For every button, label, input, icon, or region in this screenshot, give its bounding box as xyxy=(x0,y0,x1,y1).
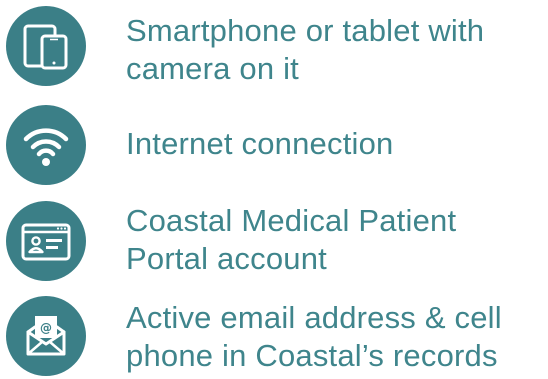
requirement-label-portal: Coastal Medical Patient Portal account xyxy=(126,202,546,278)
wifi-icon xyxy=(6,105,86,185)
requirement-item-internet: Internet connection xyxy=(0,100,548,190)
requirement-line: Coastal Medical Patient xyxy=(126,203,457,238)
requirement-label-internet: Internet connection xyxy=(126,125,546,163)
devices-icon xyxy=(6,6,86,86)
requirement-line: Internet connection xyxy=(126,126,394,161)
requirement-item-portal: Coastal Medical Patient Portal account xyxy=(0,195,548,290)
requirement-item-device: Smartphone or tablet with camera on it xyxy=(0,0,548,90)
requirement-line: Portal account xyxy=(126,241,327,276)
requirement-line: Smartphone or tablet with xyxy=(126,13,485,48)
requirement-line: camera on it xyxy=(126,51,299,86)
email-envelope-icon: @ xyxy=(6,296,86,376)
requirement-item-contact: @ Active email address & cell phone in C… xyxy=(0,292,548,379)
requirement-label-contact: Active email address & cell phone in Coa… xyxy=(126,299,546,375)
requirement-label-device: Smartphone or tablet with camera on it xyxy=(126,12,546,88)
requirement-line: Active email address & cell xyxy=(126,300,502,335)
svg-text:@: @ xyxy=(40,321,52,335)
requirement-line: phone in Coastal’s records xyxy=(126,338,498,373)
id-card-browser-icon xyxy=(6,201,86,281)
